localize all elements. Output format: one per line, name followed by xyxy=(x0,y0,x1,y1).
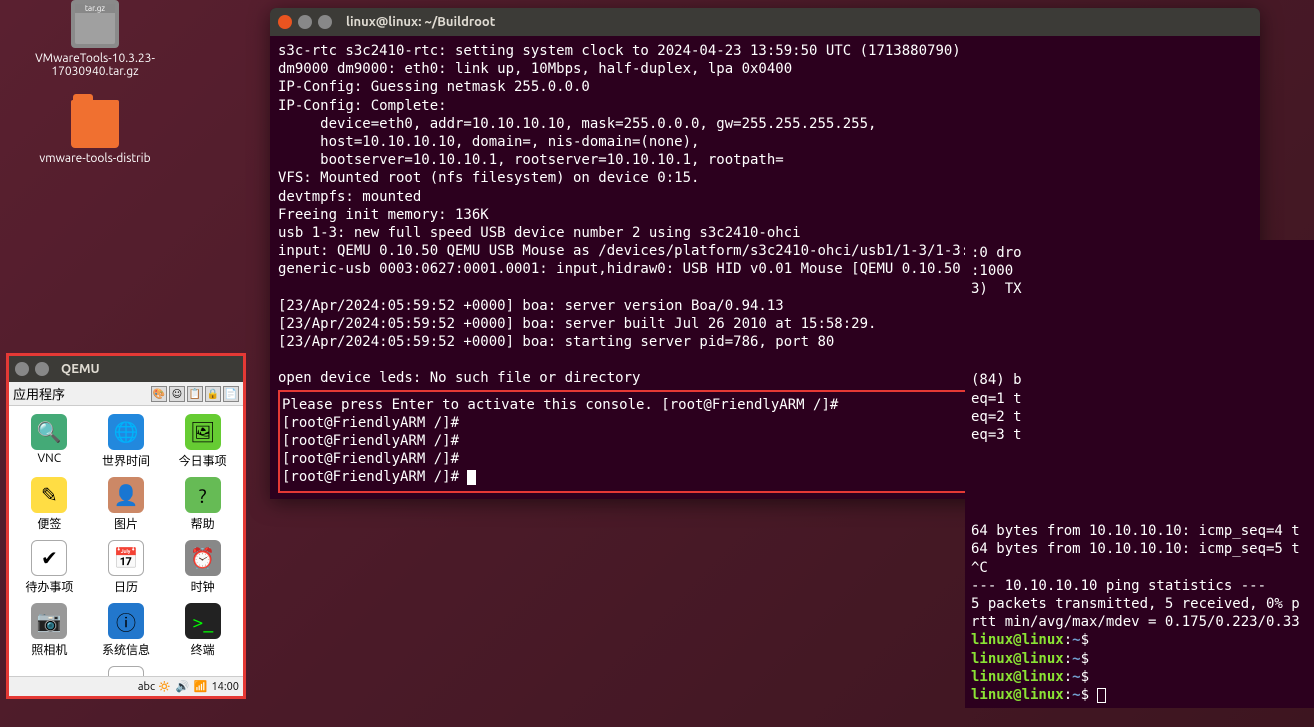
app-item[interactable]: 📷 照相机 xyxy=(13,603,86,658)
app-item[interactable]: ⊞ xyxy=(166,666,239,676)
tray-icons: 🎨 ☺ 📋 🔒 📄 xyxy=(151,386,239,402)
app-item[interactable]: 👤 图片 xyxy=(90,477,163,532)
window-minimize-button[interactable] xyxy=(298,15,312,29)
prompt-suffix: $ xyxy=(1081,669,1089,685)
app-icon: ? xyxy=(185,477,221,513)
app-icon: ✎ xyxy=(31,477,67,513)
status-item[interactable]: 🔊 xyxy=(175,680,189,694)
app-label: 帮助 xyxy=(166,515,239,532)
app-item[interactable]: 👥 xyxy=(13,666,86,676)
app-label: 系统信息 xyxy=(90,641,163,658)
archive-icon xyxy=(71,0,119,48)
app-label: 便签 xyxy=(13,515,86,532)
app-item[interactable]: 🌐 世界时间 xyxy=(90,414,163,469)
desktop-icon-label: VMwareTools-10.3.23-17030940.tar.gz xyxy=(30,52,160,78)
qemu-header: 应用程序 🎨 ☺ 📋 🔒 📄 xyxy=(9,382,243,406)
window-maximize-button[interactable] xyxy=(318,15,332,29)
status-time: 14:00 xyxy=(211,681,239,693)
app-label: 世界时间 xyxy=(90,452,163,469)
tray-icon[interactable]: ☺ xyxy=(169,386,185,402)
prompt-user: linux@linux xyxy=(971,669,1064,685)
prompt-path: ~ xyxy=(1072,632,1080,648)
app-label: 终端 xyxy=(166,641,239,658)
tray-icon[interactable]: 🎨 xyxy=(151,386,167,402)
app-label: 照相机 xyxy=(13,641,86,658)
prompt-suffix: $ xyxy=(1081,632,1089,648)
tray-icon[interactable]: 🔒 xyxy=(205,386,221,402)
app-icon: 🌐 xyxy=(108,414,144,450)
terminal-ping-window[interactable]: :0 dro :1000 3) TX (84) b eq=1 t eq=2 t … xyxy=(965,240,1314,708)
app-icon: ⏰ xyxy=(185,540,221,576)
app-item[interactable]: ? 帮助 xyxy=(166,477,239,532)
window-close-button[interactable] xyxy=(15,362,29,376)
app-item[interactable]: 🖼 今日事项 xyxy=(166,414,239,469)
qemu-window[interactable]: QEMU 应用程序 🎨 ☺ 📋 🔒 📄 🔍 VNC 🌐 世界时间 🖼 今日事项 ✎ 便签 👤 图片… xyxy=(6,353,246,699)
terminal-fragment: :0 dro :1000 3) TX (84) b eq=1 t eq=2 t … xyxy=(971,245,1022,443)
app-icon: 📅 xyxy=(108,540,144,576)
app-item[interactable]: 📅 日历 xyxy=(90,540,163,595)
terminal-cursor xyxy=(1097,688,1106,703)
window-close-button[interactable] xyxy=(278,15,292,29)
app-label: VNC xyxy=(13,452,86,465)
qemu-titlebar[interactable]: QEMU xyxy=(9,356,243,382)
app-item[interactable]: >_ 终端 xyxy=(166,603,239,658)
qemu-statusbar: abc 🔅 🔊 📶 14:00 xyxy=(9,676,243,696)
app-icon: >_ xyxy=(185,603,221,639)
prompt-user: linux@linux xyxy=(971,687,1064,703)
app-label: 图片 xyxy=(90,515,163,532)
apps-grid: 🔍 VNC 🌐 世界时间 🖼 今日事项 ✎ 便签 👤 图片? 帮助 ✔ 待办事项 📅 日历 ⏰ 时钟 📷 照相机 ⓘ 系… xyxy=(9,406,243,676)
prompt-path: ~ xyxy=(1072,651,1080,667)
prompt-user: linux@linux xyxy=(971,632,1064,648)
prompt-path: ~ xyxy=(1072,687,1080,703)
status-item[interactable]: 📶 xyxy=(193,680,207,694)
app-icon: ⊞ xyxy=(185,666,221,676)
tray-icon[interactable]: 📋 xyxy=(187,386,203,402)
app-item[interactable]: ⏰ 时钟 xyxy=(166,540,239,595)
terminal-titlebar[interactable]: linux@linux: ~/Buildroot xyxy=(270,8,1260,36)
app-icon: 4 xyxy=(108,666,144,676)
app-icon: ✔ xyxy=(31,540,67,576)
prompt-suffix: $ xyxy=(1081,651,1089,667)
window-minimize-button[interactable] xyxy=(35,362,49,376)
app-item[interactable]: ✎ 便签 xyxy=(13,477,86,532)
app-label: 今日事项 xyxy=(166,452,239,469)
apps-header-label: 应用程序 xyxy=(13,384,65,403)
app-item[interactable]: 🔍 VNC xyxy=(13,414,86,469)
app-label: 日历 xyxy=(90,578,163,595)
app-icon: 👥 xyxy=(31,666,67,676)
terminal-output[interactable]: :0 dro :1000 3) TX (84) b eq=1 t eq=2 t … xyxy=(965,240,1314,708)
app-icon: 👤 xyxy=(108,477,144,513)
app-item[interactable]: ⓘ 系统信息 xyxy=(90,603,163,658)
prompt-path: ~ xyxy=(1072,669,1080,685)
app-item[interactable]: 4 xyxy=(90,666,163,676)
prompt-user: linux@linux xyxy=(971,651,1064,667)
qemu-content: 应用程序 🎨 ☺ 📋 🔒 📄 🔍 VNC 🌐 世界时间 🖼 今日事项 ✎ 便签 👤 图片? 帮助 ✔ 待… xyxy=(9,382,243,696)
app-icon: 🔍 xyxy=(31,414,67,450)
app-icon: ⓘ xyxy=(108,603,144,639)
status-item[interactable]: abc xyxy=(139,680,153,694)
window-title: QEMU xyxy=(61,362,100,376)
terminal-text-box: Please press Enter to activate this cons… xyxy=(282,397,838,486)
desktop-icon-label: vmware-tools-distrib xyxy=(30,152,160,165)
desktop-icon-archive[interactable]: VMwareTools-10.3.23-17030940.tar.gz xyxy=(30,0,160,78)
app-icon: 📷 xyxy=(31,603,67,639)
terminal-ping-lines: 64 bytes from 10.10.10.10: icmp_seq=4 t … xyxy=(971,523,1300,630)
app-icon: 🖼 xyxy=(185,414,221,450)
status-item[interactable]: 🔅 xyxy=(157,680,171,694)
app-item[interactable]: ✔ 待办事项 xyxy=(13,540,86,595)
window-title: linux@linux: ~/Buildroot xyxy=(346,15,495,29)
folder-icon xyxy=(71,100,119,148)
prompt-suffix: $ xyxy=(1081,687,1089,703)
app-label: 时钟 xyxy=(166,578,239,595)
tray-icon[interactable]: 📄 xyxy=(223,386,239,402)
desktop-icon-folder[interactable]: vmware-tools-distrib xyxy=(30,100,160,165)
app-label: 待办事项 xyxy=(13,578,86,595)
terminal-cursor xyxy=(467,470,476,485)
